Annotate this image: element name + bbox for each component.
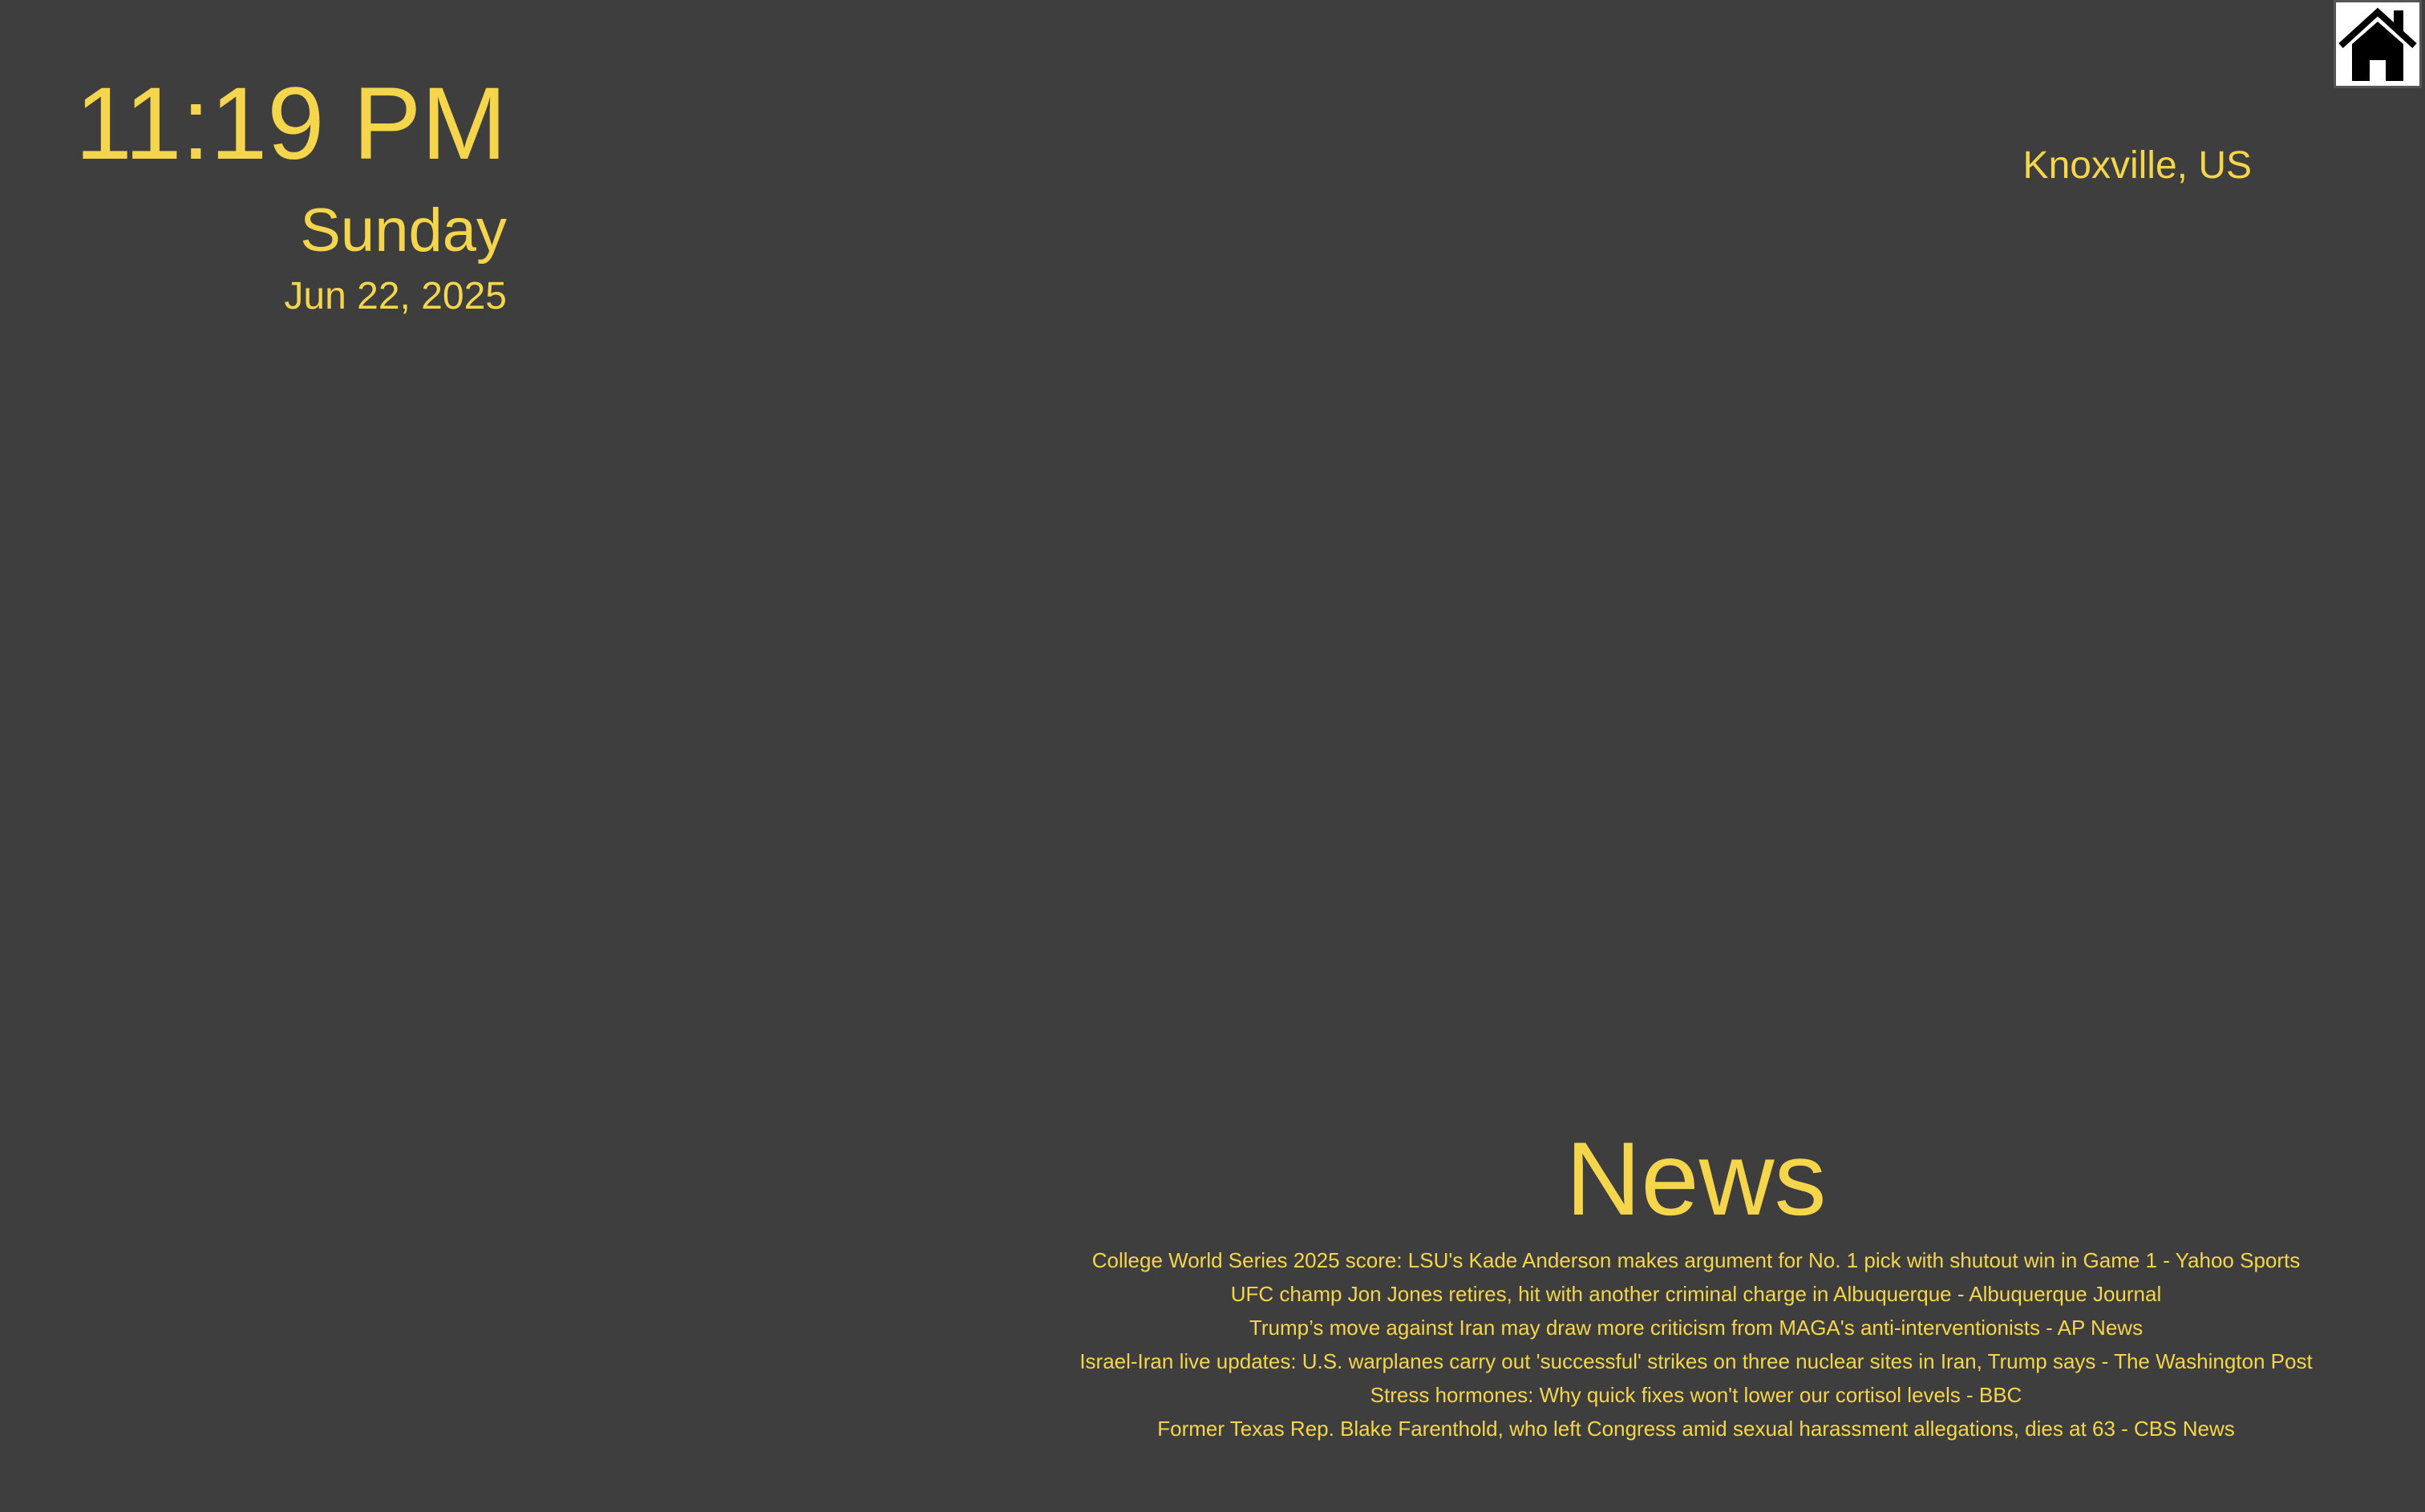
- news-headline[interactable]: Stress hormones: Why quick fixes won't l…: [962, 1378, 2425, 1412]
- news-panel: News College World Series 2025 score: LS…: [962, 1118, 2425, 1445]
- clock-time: 11:19 PM: [75, 67, 507, 181]
- news-headline[interactable]: Israel-Iran live updates: U.S. warplanes…: [962, 1344, 2425, 1378]
- clock-day: Sunday: [300, 196, 507, 265]
- news-list: College World Series 2025 score: LSU's K…: [962, 1243, 2425, 1445]
- home-button[interactable]: [2334, 0, 2422, 88]
- news-heading: News: [1565, 1120, 1827, 1237]
- news-headline[interactable]: UFC champ Jon Jones retires, hit with an…: [962, 1277, 2425, 1311]
- news-headline[interactable]: Trump’s move against Iran may draw more …: [962, 1311, 2425, 1344]
- clock-date: Jun 22, 2025: [284, 275, 507, 317]
- home-icon: [2338, 4, 2418, 84]
- clock-widget: 11:19 PM Sunday Jun 22, 2025: [48, 64, 507, 319]
- weather-location: Knoxville, US: [2022, 144, 2252, 187]
- news-headline[interactable]: College World Series 2025 score: LSU's K…: [962, 1243, 2425, 1277]
- news-headline[interactable]: Former Texas Rep. Blake Farenthold, who …: [962, 1412, 2425, 1445]
